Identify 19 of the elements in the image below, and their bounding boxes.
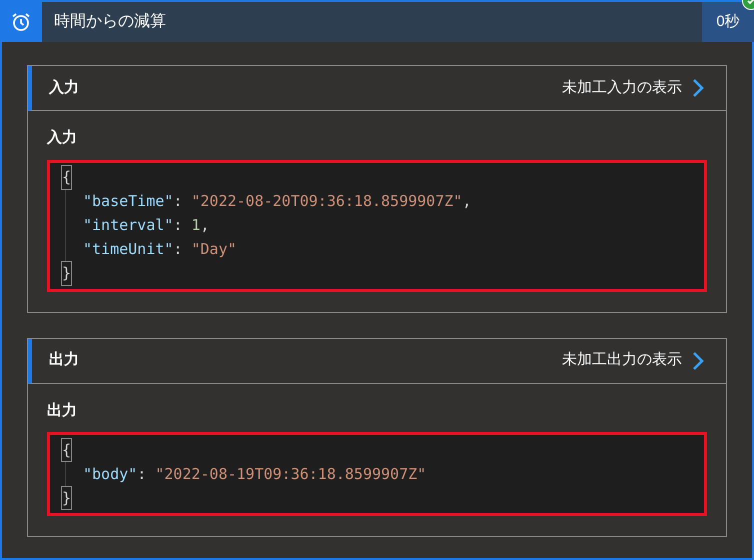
chevron-right-icon — [692, 79, 704, 97]
raw-view-link[interactable]: 未加工出力の表示 — [562, 349, 704, 372]
code-brace: { — [62, 166, 704, 190]
chevron-right-icon — [692, 352, 704, 370]
code-line: "interval": 1, — [65, 214, 704, 238]
code-line: "baseTime": "2022-08-20T09:36:18.8599907Z", — [65, 190, 704, 214]
action-title: 時間からの減算 — [54, 12, 166, 32]
code-brace: } — [62, 262, 704, 286]
field-label: 入力 — [47, 128, 78, 148]
field-label: 出力 — [47, 400, 78, 420]
alarm-clock-icon — [10, 11, 32, 33]
duration-label: 0秒 — [716, 12, 740, 32]
raw-view-link[interactable]: 未加工入力の表示 — [562, 76, 704, 100]
code-brace: } — [62, 486, 704, 510]
code-brace: { — [62, 438, 704, 462]
code-line: "body": "2022-08-19T09:36:18.8599907Z" — [65, 462, 704, 486]
section-title: 出力 — [49, 350, 80, 370]
code-line: "timeUnit": "Day" — [65, 238, 704, 262]
section-title: 入力 — [49, 78, 80, 98]
